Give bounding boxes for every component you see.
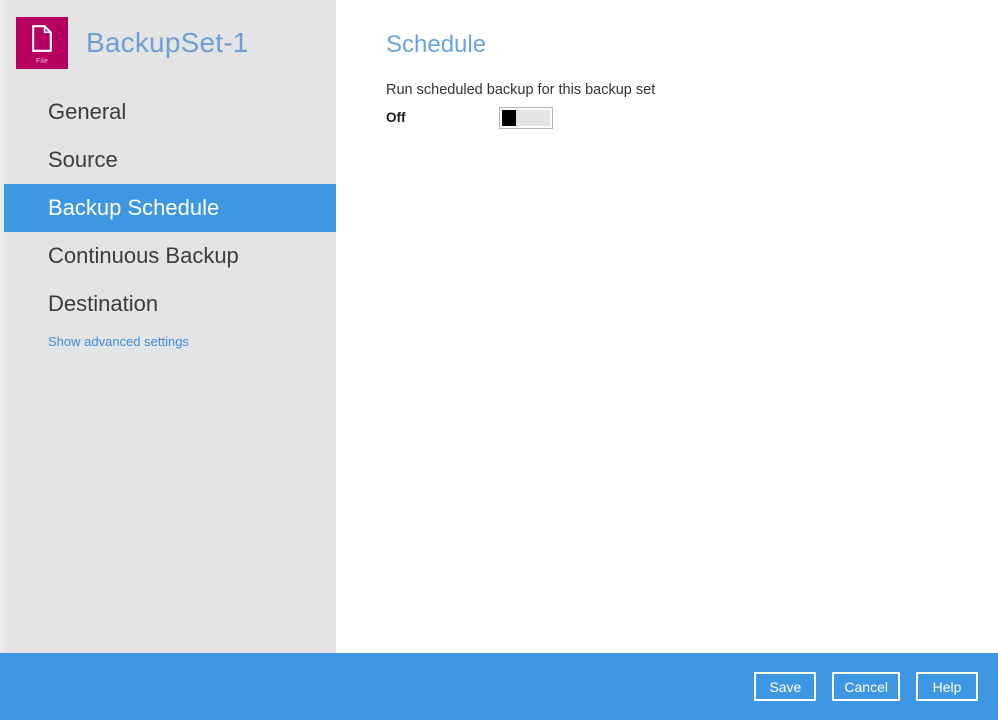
schedule-toggle-row: Off <box>386 106 998 130</box>
sidebar-item-label: Backup Schedule <box>48 195 220 220</box>
save-button[interactable]: Save <box>754 672 817 701</box>
page-title: BackupSet-1 <box>86 27 249 58</box>
cancel-button[interactable]: Cancel <box>832 672 900 701</box>
document-glyph <box>32 25 52 52</box>
content-heading: Schedule <box>386 31 487 58</box>
show-advanced-settings-link[interactable]: Show advanced settings <box>0 334 189 349</box>
sidebar-item-label: Destination <box>48 291 159 316</box>
run-scheduled-backup-toggle[interactable] <box>499 106 553 129</box>
toggle-state-label: Off <box>386 110 406 126</box>
sidebar-item-label: Continuous Backup <box>48 243 239 268</box>
main-body: File BackupSet-1 General Source Backup S… <box>0 0 998 653</box>
footer-button-bar: Save Cancel Help <box>0 653 998 720</box>
sidebar-item-continuous-backup[interactable]: Continuous Backup <box>0 232 336 280</box>
sidebar-item-label: Source <box>48 147 118 172</box>
sidebar-item-source[interactable]: Source <box>0 136 336 184</box>
sidebar-item-label: General <box>48 99 127 124</box>
file-document-icon: File <box>16 17 68 69</box>
sidebar-item-backup-schedule[interactable]: Backup Schedule <box>0 184 336 232</box>
schedule-description: Run scheduled backup for this backup set <box>386 82 656 98</box>
sidebar-nav: General Source Backup Schedule Continuou… <box>0 88 336 351</box>
content-panel: Schedule Run scheduled backup for this b… <box>336 0 998 653</box>
file-icon-caption: File <box>35 58 49 65</box>
sidebar: File BackupSet-1 General Source Backup S… <box>0 0 336 653</box>
sidebar-item-destination[interactable]: Destination <box>0 280 336 328</box>
toggle-thumb[interactable] <box>502 109 516 126</box>
brand-header: File BackupSet-1 <box>0 0 336 86</box>
sidebar-item-general[interactable]: General <box>0 88 336 136</box>
help-button[interactable]: Help <box>916 672 978 701</box>
application-window: File BackupSet-1 General Source Backup S… <box>0 0 998 720</box>
sidebar-left-edge <box>0 0 4 653</box>
